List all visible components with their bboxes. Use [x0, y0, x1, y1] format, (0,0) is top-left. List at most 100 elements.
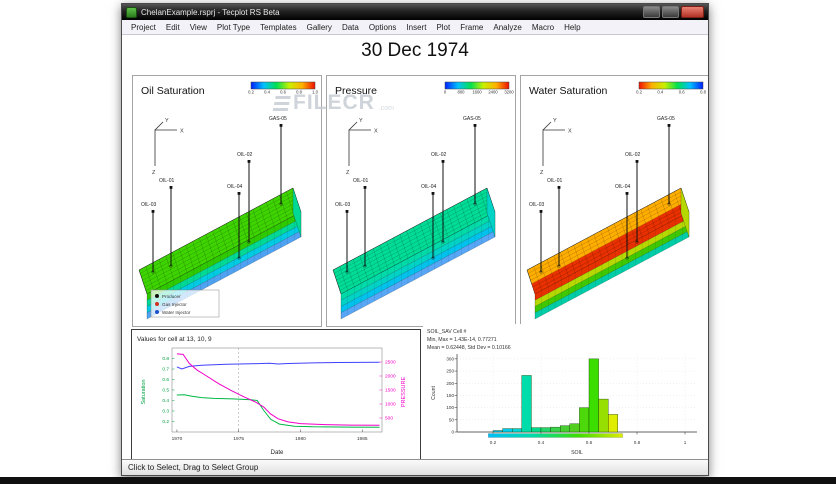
svg-text:1970: 1970	[172, 436, 183, 442]
svg-text:0.4: 0.4	[264, 90, 270, 95]
svg-text:GAS-05: GAS-05	[463, 116, 481, 122]
menu-macro[interactable]: Macro	[527, 23, 559, 32]
svg-text:250: 250	[446, 369, 454, 374]
soil-histogram-chart[interactable]: SOIL_SAV Cell # Min, Max = 1.43E-14, 0.77…	[423, 324, 708, 459]
svg-text:OIL-04: OIL-04	[421, 184, 437, 190]
svg-text:Values for cell at 13, 10, 9: Values for cell at 13, 10, 9	[137, 336, 212, 343]
svg-text:OIL-01: OIL-01	[547, 178, 563, 184]
svg-text:1980: 1980	[295, 436, 306, 442]
water-saturation-3d-plot[interactable]: 0.20.40.60.8Water SaturationXYZOIL-03OIL…	[521, 76, 708, 326]
svg-text:150: 150	[446, 393, 454, 398]
svg-text:0.4: 0.4	[162, 398, 169, 404]
menu-frame[interactable]: Frame	[455, 23, 488, 32]
svg-text:1985: 1985	[357, 436, 368, 442]
svg-text:Y: Y	[359, 118, 363, 124]
svg-text:OIL-03: OIL-03	[141, 202, 157, 208]
histogram-frame[interactable]: SOIL_SAV Cell # Min, Max = 1.43E-14, 0.77…	[423, 324, 708, 459]
plots-3d-row: 0.20.40.60.81.0Oil SaturationXYZOIL-03OI…	[132, 75, 708, 327]
menu-edit[interactable]: Edit	[161, 23, 185, 32]
svg-text:OIL-03: OIL-03	[529, 202, 545, 208]
app-window: ChelanExample.rsprj - Tecplot RS Beta Pr…	[121, 3, 709, 476]
oil-saturation-colorbar	[251, 82, 315, 89]
menu-options[interactable]: Options	[364, 23, 402, 32]
svg-text:0.2: 0.2	[248, 90, 254, 95]
menu-insert[interactable]: Insert	[401, 23, 431, 32]
maximize-button[interactable]	[662, 6, 679, 18]
svg-text:300: 300	[446, 356, 454, 361]
svg-text:Saturation: Saturation	[141, 379, 147, 404]
svg-text:Y: Y	[553, 118, 557, 124]
hist-bar	[599, 399, 609, 432]
statusbar: Click to Select, Drag to Select Group	[122, 459, 708, 475]
svg-text:GAS-05: GAS-05	[269, 116, 287, 122]
svg-text:X: X	[568, 129, 572, 135]
date-title: 30 Dec 1974	[122, 40, 708, 62]
pressure-colorbar	[445, 82, 509, 89]
menu-plot[interactable]: Plot	[431, 23, 455, 32]
svg-text:SOIL: SOIL	[571, 450, 583, 456]
svg-text:0: 0	[444, 90, 447, 95]
close-button[interactable]	[681, 6, 704, 18]
menu-analyze[interactable]: Analyze	[488, 23, 526, 32]
svg-text:800: 800	[458, 90, 466, 95]
svg-text:OIL-01: OIL-01	[353, 178, 369, 184]
svg-text:2500: 2500	[385, 360, 396, 366]
hist-bar	[493, 431, 503, 432]
menu-view[interactable]: View	[185, 23, 212, 32]
svg-text:Water Injector: Water Injector	[162, 310, 191, 315]
hist-bar	[579, 408, 589, 432]
svg-text:Gas Injector: Gas Injector	[162, 302, 187, 307]
svg-text:OIL-03: OIL-03	[335, 202, 351, 208]
svg-text:Date: Date	[271, 450, 284, 456]
menu-project[interactable]: Project	[126, 23, 161, 32]
svg-text:OIL-02: OIL-02	[625, 152, 641, 158]
svg-text:OIL-02: OIL-02	[237, 152, 253, 158]
svg-text:0.6: 0.6	[679, 90, 685, 95]
svg-text:Mean = 0.62448, Std Dev = 0.10: Mean = 0.62448, Std Dev = 0.10166	[427, 345, 511, 351]
menu-templates[interactable]: Templates	[255, 23, 301, 32]
svg-text:SOIL_SAV Cell #: SOIL_SAV Cell #	[427, 329, 467, 335]
hist-bar	[503, 429, 513, 432]
svg-text:3200: 3200	[504, 90, 514, 95]
svg-text:1975: 1975	[233, 436, 244, 442]
svg-text:Count: Count	[431, 386, 437, 400]
svg-text:PRESSURE: PRESSURE	[401, 377, 407, 408]
svg-text:0: 0	[451, 430, 454, 435]
svg-text:Z: Z	[152, 170, 156, 176]
svg-text:100: 100	[446, 405, 454, 410]
menu-plot-type[interactable]: Plot Type	[212, 23, 255, 32]
x-axis-color-strip	[488, 434, 622, 438]
menu-data[interactable]: Data	[337, 23, 364, 32]
svg-text:2400: 2400	[488, 90, 498, 95]
watermark-suffix: .com	[379, 105, 394, 113]
hist-bar	[522, 375, 532, 432]
status-text: Click to Select, Drag to Select Group	[128, 463, 258, 472]
svg-text:Min, Max = 1.43E-14, 0.77271: Min, Max = 1.43E-14, 0.77271	[427, 337, 497, 343]
svg-text:2000: 2000	[385, 374, 396, 380]
svg-text:0.5: 0.5	[162, 388, 169, 394]
hist-bar	[608, 414, 618, 432]
plot-frame-water-saturation[interactable]: 0.20.40.60.8Water SaturationXYZOIL-03OIL…	[520, 75, 708, 327]
watermark-logo-icon	[272, 96, 291, 113]
hist-bar	[589, 359, 599, 432]
app-icon	[126, 7, 137, 18]
watermark-text: FILECR	[293, 92, 375, 113]
minimize-button[interactable]	[643, 6, 660, 18]
menu-help[interactable]: Help	[559, 23, 585, 32]
svg-text:0.6: 0.6	[162, 377, 169, 383]
svg-text:0.2: 0.2	[162, 419, 169, 425]
hist-bar	[531, 428, 541, 432]
svg-text:500: 500	[385, 416, 393, 422]
svg-text:Producer: Producer	[162, 294, 181, 299]
cell-values-line-chart[interactable]: Values for cell at 13, 10, 9 0.2 0.3 0.4 0.5…	[132, 330, 420, 459]
svg-text:0.3: 0.3	[162, 409, 169, 415]
linechart-frame[interactable]: Values for cell at 13, 10, 9 0.2 0.3 0.4 0.5…	[131, 329, 421, 459]
svg-text:OIL-01: OIL-01	[159, 178, 175, 184]
menu-gallery[interactable]: Gallery	[302, 23, 337, 32]
menubar: ProjectEditViewPlot TypeTemplatesGallery…	[122, 20, 708, 35]
workspace: 30 Dec 1974 0.20.40.60.81.0Oil Saturatio…	[122, 35, 708, 459]
svg-text:X: X	[374, 129, 378, 135]
svg-text:0.2: 0.2	[490, 440, 497, 445]
hist-bar	[551, 427, 561, 432]
svg-text:OIL-04: OIL-04	[615, 184, 631, 190]
